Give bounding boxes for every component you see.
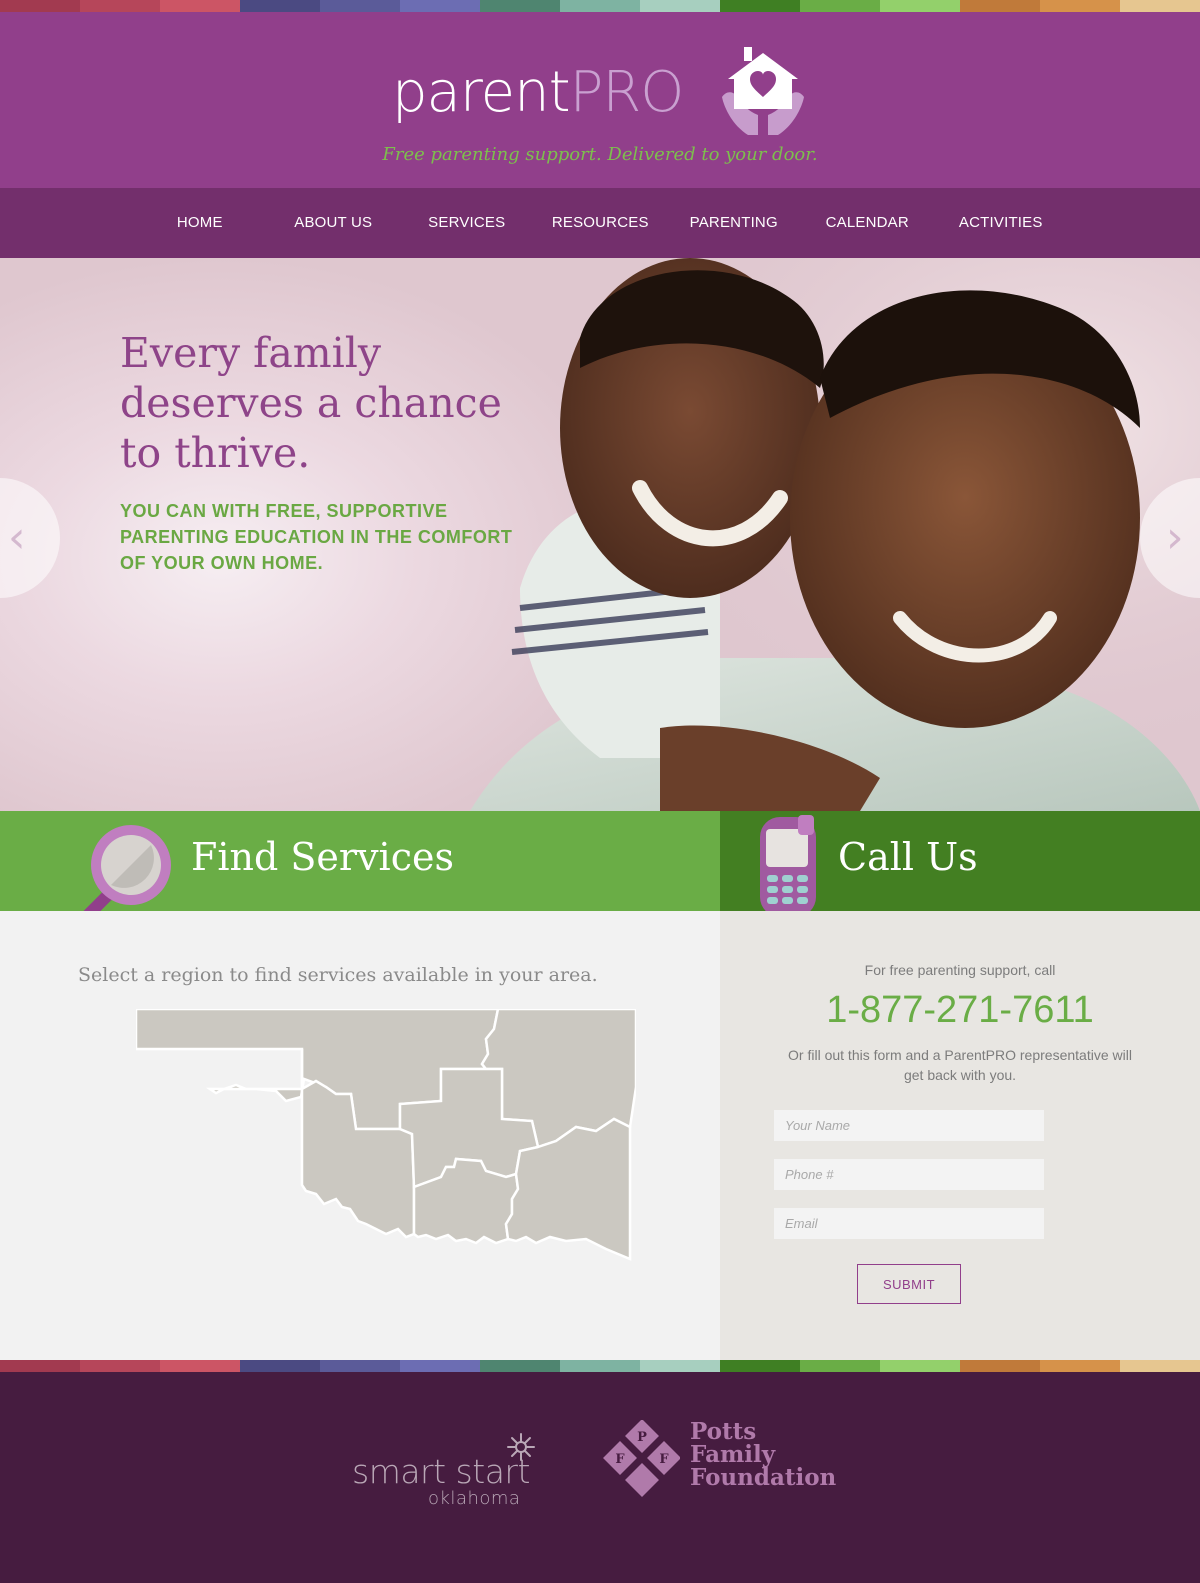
- stripe-segment: [80, 0, 160, 12]
- oklahoma-region-map: [136, 1009, 636, 1261]
- phone-number-link[interactable]: 1-877-271-7611: [720, 989, 1200, 1032]
- call-us-header: Call Us: [720, 811, 1200, 917]
- stripe-segment: [560, 1360, 640, 1372]
- chevron-right-icon: ›: [1166, 512, 1184, 563]
- stripe-segment: [1040, 1360, 1120, 1372]
- nav-parenting[interactable]: PARENTING: [667, 188, 801, 258]
- stripe-segment: [800, 1360, 880, 1372]
- find-services-intro: Select a region to find services availab…: [78, 964, 598, 986]
- logo-wordmark: parentPRO: [392, 65, 684, 121]
- pff-line-foundation: Foundation: [690, 1464, 837, 1491]
- pff-letter-p: P: [637, 1430, 647, 1445]
- main-nav: HOME ABOUT US SERVICES RESOURCES PARENTI…: [0, 188, 1200, 258]
- site-header: parentPRO Free parenting support. Delive…: [0, 12, 1200, 188]
- smart-start-region: oklahoma: [428, 1488, 521, 1509]
- hero-title: Every family deserves a chance to thrive…: [120, 329, 502, 477]
- house-heart-hands-icon: [722, 47, 804, 135]
- chevron-left-icon: ‹: [8, 512, 26, 563]
- cell-phone-icon: [760, 815, 816, 917]
- logo-word-parent: parent: [392, 60, 571, 125]
- pff-letter-f2: F: [659, 1452, 669, 1467]
- hero-carousel: Every family deserves a chance to thrive…: [0, 258, 1200, 811]
- stripe-segment: [640, 1360, 720, 1372]
- pff-letter-f1: F: [615, 1452, 625, 1467]
- stripe-segment: [1120, 1360, 1200, 1372]
- stripe-segment: [0, 1360, 80, 1372]
- hero-copy: Every family deserves a chance to thrive…: [120, 328, 520, 576]
- stripe-segment: [0, 0, 80, 12]
- color-stripe-bottom: [0, 1360, 1200, 1372]
- call-us-title: Call Us: [838, 835, 978, 879]
- smart-start-name: smart start: [352, 1452, 530, 1491]
- smart-start-oklahoma-logo[interactable]: smart start oklahoma: [352, 1432, 542, 1512]
- stripe-segment: [480, 0, 560, 12]
- stripe-segment: [1040, 0, 1120, 12]
- stripe-segment: [1120, 0, 1200, 12]
- stripe-segment: [880, 1360, 960, 1372]
- call-form-instructions: Or fill out this form and a ParentPRO re…: [788, 1047, 1132, 1083]
- call-intro-text: For free parenting support, call: [864, 962, 1056, 978]
- nav-home[interactable]: HOME: [133, 188, 267, 258]
- site-footer: smart start oklahoma P F F Potts Family …: [0, 1372, 1200, 1583]
- nav-services[interactable]: SERVICES: [400, 188, 534, 258]
- logo-word-pro: PRO: [569, 60, 685, 125]
- stripe-segment: [960, 1360, 1040, 1372]
- color-stripe-top: [0, 0, 1200, 12]
- nav-calendar[interactable]: CALENDAR: [801, 188, 935, 258]
- email-input[interactable]: [774, 1208, 1044, 1239]
- parentpro-logo[interactable]: parentPRO: [392, 45, 812, 145]
- tagline-text: Free parenting support. Delivered to you…: [382, 144, 818, 165]
- pff-line-potts: Potts: [690, 1418, 757, 1445]
- stripe-segment: [320, 1360, 400, 1372]
- stripe-segment: [720, 1360, 800, 1372]
- stripe-segment: [640, 0, 720, 12]
- tagline: Free parenting support. Delivered to you…: [0, 144, 1200, 165]
- stripe-segment: [400, 1360, 480, 1372]
- phone-input[interactable]: [774, 1159, 1044, 1190]
- potts-family-foundation-logo[interactable]: P F F Potts Family Foundation: [603, 1420, 856, 1500]
- stripe-segment: [800, 0, 880, 12]
- stripe-segment: [480, 1360, 560, 1372]
- pff-line-family: Family: [690, 1441, 776, 1468]
- stripe-segment: [960, 0, 1040, 12]
- nav-about-us[interactable]: ABOUT US: [267, 188, 401, 258]
- stripe-segment: [160, 0, 240, 12]
- stripe-segment: [80, 1360, 160, 1372]
- stripe-segment: [240, 0, 320, 12]
- find-services-title: Find Services: [191, 835, 454, 879]
- your-name-input[interactable]: [774, 1110, 1044, 1141]
- stripe-segment: [160, 1360, 240, 1372]
- stripe-segment: [240, 1360, 320, 1372]
- find-services-header: Find Services: [0, 811, 720, 923]
- pff-wordmark: Potts Family Foundation: [690, 1420, 836, 1489]
- stripe-segment: [880, 0, 960, 12]
- find-services-panel: Select a region to find services availab…: [0, 911, 720, 1360]
- submit-button[interactable]: SUBMIT: [857, 1264, 961, 1304]
- nav-resources[interactable]: RESOURCES: [534, 188, 668, 258]
- stripe-segment: [400, 0, 480, 12]
- nav-activities[interactable]: ACTIVITIES: [934, 188, 1068, 258]
- hero-subtitle: YOU CAN WITH FREE, SUPPORTIVE PARENTING …: [120, 501, 513, 573]
- stripe-segment: [720, 0, 800, 12]
- call-us-panel: For free parenting support, call 1-877-2…: [720, 911, 1200, 1360]
- stripe-segment: [320, 0, 400, 12]
- pff-diamond-emblem: P F F: [603, 1420, 680, 1497]
- stripe-segment: [560, 0, 640, 12]
